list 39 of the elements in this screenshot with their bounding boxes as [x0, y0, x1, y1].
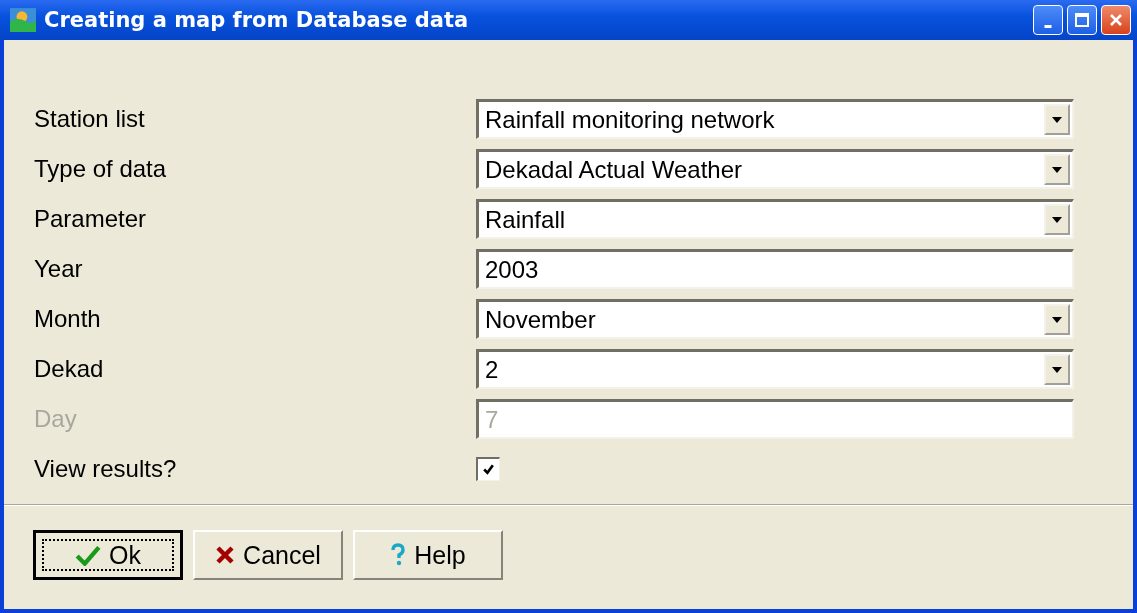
dropdown-arrow-button[interactable] [1044, 104, 1070, 135]
field-label: Day [34, 405, 78, 433]
maximize-button[interactable] [1067, 5, 1097, 35]
dropdown-field[interactable]: November [476, 299, 1074, 339]
dropdown-arrow-button[interactable] [1044, 204, 1070, 235]
dropdown-field[interactable]: 2 [476, 349, 1074, 389]
close-button[interactable] [1101, 5, 1131, 35]
landscape-icon [10, 8, 36, 32]
checkbox[interactable] [476, 457, 500, 481]
maximize-icon [1072, 10, 1092, 30]
field-label: Type of data [34, 155, 168, 183]
dialog-button[interactable]: Cancel [193, 530, 343, 580]
caret-icon [1052, 116, 1062, 123]
dropdown-arrow-button[interactable] [1044, 304, 1070, 335]
dropdown-field[interactable]: Dekadal Actual Weather [476, 149, 1074, 189]
field-label: Month [34, 305, 102, 333]
input-field[interactable]: 2003 [476, 249, 1074, 289]
dialog-button[interactable]: Ok [33, 530, 183, 580]
check-icon [75, 544, 101, 566]
minimize-button[interactable] [1033, 5, 1063, 35]
dropdown-arrow-button[interactable] [1044, 154, 1070, 185]
field-label: View results? [34, 455, 178, 483]
window-title: Creating a map from Database data [44, 8, 470, 32]
caret-icon [1052, 366, 1062, 373]
field-label: Year [34, 255, 84, 283]
field-label: Parameter [34, 205, 148, 233]
caret-icon [1052, 316, 1062, 323]
field-label: Station list [34, 105, 146, 133]
minimize-icon [1044, 25, 1052, 28]
dialog-button[interactable]: Help [353, 530, 503, 580]
dropdown-field[interactable]: Rainfall monitoring network [476, 99, 1074, 139]
field-label: Dekad [34, 355, 105, 383]
cross-icon [215, 545, 236, 565]
dropdown-arrow-button[interactable] [1044, 354, 1070, 385]
caret-icon [1052, 166, 1062, 173]
caret-icon [1052, 216, 1062, 223]
check-icon [482, 463, 495, 476]
dropdown-field[interactable]: Rainfall [476, 199, 1074, 239]
help-icon [390, 543, 407, 567]
